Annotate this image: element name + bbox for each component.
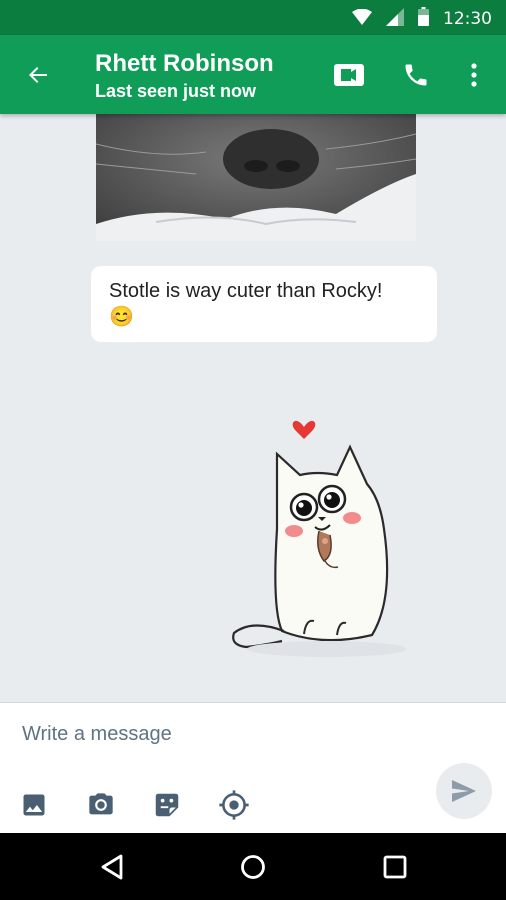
- send-button[interactable]: [436, 763, 492, 819]
- recents-square-icon: [383, 855, 407, 879]
- wifi-icon: [352, 8, 372, 30]
- chat-header: Rhett Robinson Last seen just now: [0, 35, 506, 114]
- white-cat-with-mouse-sticker: [232, 420, 407, 657]
- status-time: 12:30: [443, 9, 492, 29]
- message-input[interactable]: [22, 717, 422, 751]
- camera-icon: [89, 793, 113, 815]
- message-composer: [0, 702, 506, 833]
- back-triangle-icon: [101, 854, 123, 880]
- gallery-button[interactable]: [18, 789, 50, 821]
- sticker-icon: [155, 793, 179, 817]
- cat-sticker-message[interactable]: [222, 409, 422, 664]
- phone-icon: [405, 64, 427, 86]
- system-navigation-bar: [0, 833, 506, 900]
- home-circle-icon: [241, 855, 265, 879]
- chat-title: Rhett Robinson: [95, 50, 274, 77]
- nav-home-button[interactable]: [236, 850, 270, 884]
- last-seen-status: Last seen just now: [95, 81, 257, 101]
- gallery-icon: [23, 794, 45, 816]
- cell-signal-icon: [386, 7, 404, 31]
- cat-nose-photo: [96, 114, 416, 241]
- send-icon: [452, 780, 476, 802]
- more-vert-icon: [471, 63, 477, 87]
- nav-back-button[interactable]: [95, 850, 129, 884]
- more-options-button[interactable]: [462, 57, 486, 93]
- sticker-button[interactable]: [151, 789, 183, 821]
- back-button[interactable]: [20, 57, 56, 93]
- message-text: Stotle is way cuter than Rocky!: [109, 280, 383, 302]
- camera-button[interactable]: [85, 789, 117, 821]
- video-call-icon: [334, 64, 364, 86]
- smile-emoji-icon: 😊: [109, 306, 134, 328]
- chat-title-block[interactable]: Rhett Robinson Last seen just now: [95, 49, 274, 103]
- phone-call-button[interactable]: [398, 57, 434, 93]
- chat-area[interactable]: Stotle is way cuter than Rocky! 😊: [0, 114, 506, 702]
- status-bar: 12:30: [0, 0, 506, 35]
- video-call-button[interactable]: [331, 57, 367, 93]
- nav-recents-button[interactable]: [378, 850, 412, 884]
- location-button[interactable]: [218, 789, 250, 821]
- back-arrow-icon: [29, 67, 47, 83]
- battery-icon: [418, 7, 429, 31]
- photo-message[interactable]: [96, 114, 416, 241]
- location-icon: [219, 790, 249, 820]
- message-bubble[interactable]: Stotle is way cuter than Rocky! 😊: [91, 266, 437, 342]
